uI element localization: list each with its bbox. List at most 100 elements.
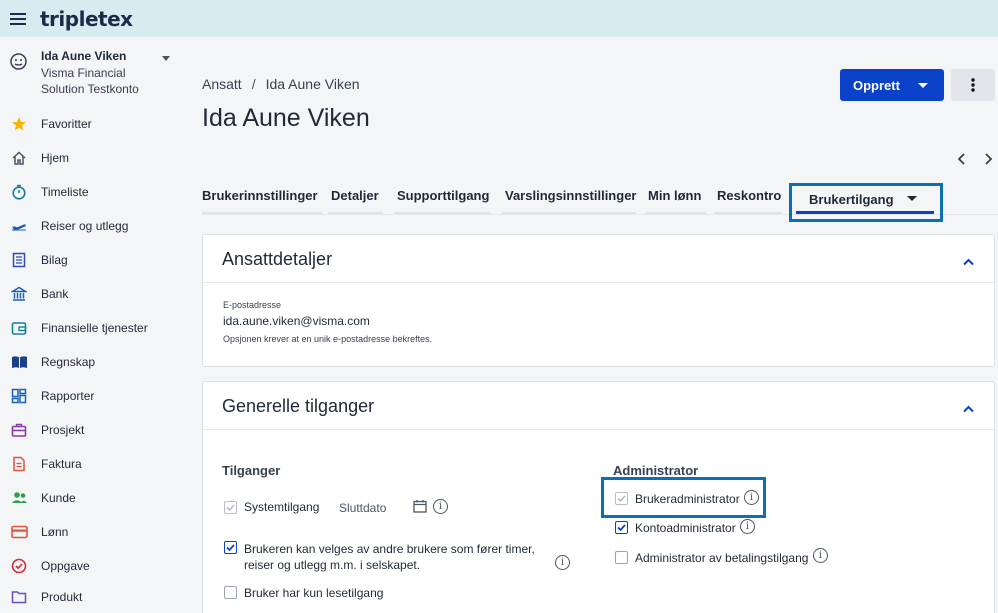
briefcase-icon [10, 421, 28, 439]
chevron-left-icon[interactable] [957, 152, 966, 170]
calendar-icon[interactable] [413, 499, 427, 518]
access-heading: Tilganger [222, 463, 281, 478]
tab-brukertilgang[interactable]: Brukertilgang [809, 192, 894, 207]
info-icon[interactable]: i [433, 499, 448, 514]
email-value: ida.aune.viken@visma.com [223, 314, 370, 328]
tab-underline [394, 212, 491, 214]
account-admin-label: Kontoadministrator [635, 521, 736, 535]
sidebar-item-oppgave[interactable]: Oppgave [0, 551, 186, 581]
sidebar-item-faktura[interactable]: Faktura [0, 449, 186, 479]
email-hint: Opsjonen krever at en unik e-postadresse… [223, 334, 433, 344]
tab-brukerinnstillinger[interactable]: Brukerinnstillinger [202, 188, 318, 203]
home-icon [10, 149, 28, 167]
sidebar-item-label: Rapporter [41, 389, 95, 403]
sidebar-item-label: Kunde [41, 491, 76, 505]
chevron-down-icon[interactable] [907, 196, 917, 201]
selectable-by-others-checkbox[interactable] [224, 541, 237, 554]
sidebar-item-prosjekt[interactable]: Prosjekt [0, 415, 186, 445]
chevron-up-icon[interactable] [963, 253, 974, 271]
star-icon [10, 115, 28, 133]
tab-supporttilgang[interactable]: Supporttilgang [397, 188, 489, 203]
more-options-button[interactable] [951, 69, 995, 101]
create-button[interactable]: Opprett [840, 69, 944, 101]
sidebar-item-label: Oppgave [41, 559, 90, 573]
payment-admin-checkbox[interactable] [615, 551, 628, 564]
bank-icon [10, 285, 28, 303]
invoice-icon [10, 455, 28, 473]
wallet-icon [10, 319, 28, 337]
end-date-label: Sluttdato [339, 501, 387, 515]
stopwatch-icon [10, 183, 28, 201]
folder-icon [10, 588, 28, 606]
breadcrumb-parent-link[interactable]: Ansatt [202, 76, 242, 92]
account-switcher[interactable]: Ida Aune Viken Visma Financial Solution … [0, 37, 186, 107]
dashboard-icon [10, 387, 28, 405]
payment-admin-label: Administrator av betalingstilgang [635, 551, 809, 565]
sidebar-item-favoritter[interactable]: Favoritter [0, 109, 186, 139]
credit-card-icon [10, 523, 28, 541]
account-icon [10, 53, 27, 75]
sidebar-item-label: Bilag [41, 253, 68, 267]
sidebar-item-regnskap[interactable]: Regnskap [0, 347, 186, 377]
more-vertical-icon [971, 78, 975, 92]
tab-underline [645, 212, 706, 214]
check-circle-icon [10, 557, 28, 575]
selectable-label-line2: reiser og utlegg m.m. i selskapet. [244, 558, 421, 572]
system-access-label: Systemtilgang [244, 500, 320, 514]
info-icon[interactable]: i [744, 490, 759, 505]
sidebar-item-label: Prosjekt [41, 423, 85, 437]
email-label: E-postadresse [223, 300, 282, 310]
breadcrumb: Ansatt / Ida Aune Viken [202, 76, 360, 92]
sidebar-item-label: Reiser og utlegg [41, 219, 129, 233]
info-icon[interactable]: i [555, 555, 570, 570]
readonly-checkbox[interactable] [224, 586, 237, 599]
sidebar-item-finansielle-tjenester[interactable]: Finansielle tjenester [0, 313, 186, 343]
tab-underline [328, 212, 383, 214]
tab-underline [202, 212, 322, 214]
sidebar-item-produkt[interactable]: Produkt [0, 582, 186, 612]
card-header[interactable]: Ansattdetaljer [203, 235, 994, 283]
account-admin-checkbox[interactable] [615, 521, 628, 534]
card-header[interactable]: Generelle tilganger [203, 382, 994, 430]
sidebar-item-label: Faktura [41, 457, 82, 471]
tab-min-lonn[interactable]: Min lønn [648, 188, 701, 203]
account-name: Ida Aune Viken [41, 49, 127, 63]
breadcrumb-separator: / [251, 76, 256, 92]
book-icon [10, 353, 28, 371]
people-icon [10, 489, 28, 507]
tab-underline [502, 212, 636, 214]
chevron-up-icon[interactable] [963, 400, 974, 418]
logo[interactable]: tripletex [40, 7, 133, 31]
card-title: Ansattdetaljer [222, 249, 333, 269]
tab-varslingsinnstillinger[interactable]: Varslingsinnstillinger [505, 188, 636, 203]
employee-details-card: Ansattdetaljer E-postadresse ida.aune.vi… [202, 234, 995, 367]
sidebar-item-label: Timeliste [41, 185, 89, 199]
sidebar-item-bilag[interactable]: Bilag [0, 245, 186, 275]
sidebar-item-label: Favoritter [41, 117, 92, 131]
tab-reskontro[interactable]: Reskontro [717, 188, 781, 203]
breadcrumb-current: Ida Aune Viken [265, 76, 360, 92]
chevron-right-icon[interactable] [984, 152, 993, 170]
sidebar-item-label: Produkt [41, 590, 83, 604]
info-icon[interactable]: i [813, 548, 828, 563]
selectable-by-others-label: Brukeren kan velges av andre brukere som… [244, 541, 535, 573]
selectable-label-line1: Brukeren kan velges av andre brukere som… [244, 542, 535, 556]
sidebar-item-rapporter[interactable]: Rapporter [0, 381, 186, 411]
sidebar-item-kunde[interactable]: Kunde [0, 483, 186, 513]
sidebar-item-hjem[interactable]: Hjem [0, 143, 186, 173]
sidebar-item-reiser-og-utlegg[interactable]: Reiser og utlegg [0, 211, 186, 241]
admin-heading: Administrator [613, 463, 699, 478]
top-bar: tripletex [0, 0, 998, 37]
user-admin-label: Brukeradministrator [635, 492, 740, 506]
chevron-down-icon[interactable] [162, 56, 170, 61]
info-icon[interactable]: i [740, 519, 755, 534]
sidebar-item-lonn[interactable]: Lønn [0, 517, 186, 547]
account-company: Visma Financial Solution Testkonto [41, 66, 139, 96]
sidebar-item-timeliste[interactable]: Timeliste [0, 177, 186, 207]
user-admin-checkbox[interactable] [615, 492, 628, 505]
sidebar-item-bank[interactable]: Bank [0, 279, 186, 309]
tab-detaljer[interactable]: Detaljer [331, 188, 379, 203]
airplane-icon [10, 217, 28, 235]
menu-icon[interactable] [0, 0, 36, 37]
system-access-checkbox[interactable] [224, 501, 237, 514]
